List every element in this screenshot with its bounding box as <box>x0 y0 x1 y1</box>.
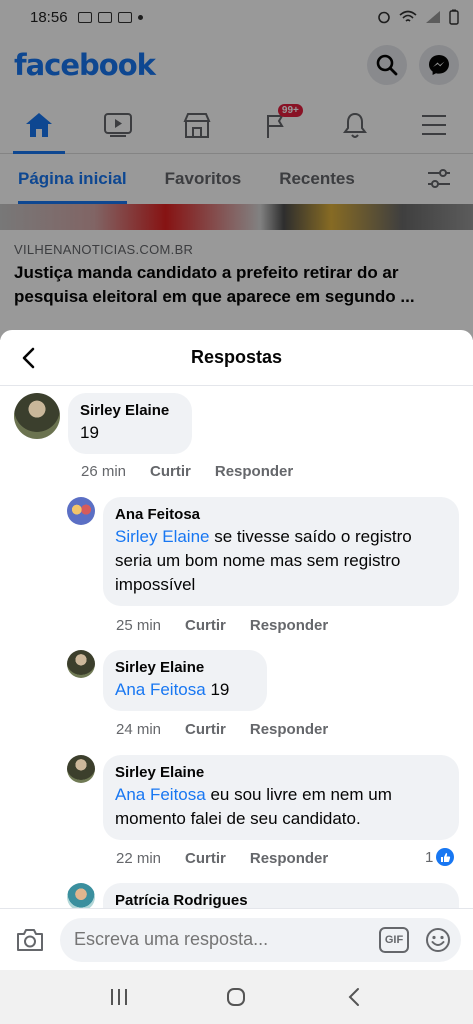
camera-button[interactable] <box>12 922 48 958</box>
replies-sheet: Respostas Sirley Elaine 19 26 min Curtir… <box>0 330 473 1024</box>
reply: Sirley Elaine Ana Feitosa 19 <box>67 650 267 711</box>
gif-button[interactable]: GIF <box>379 926 409 953</box>
comment: Sirley Elaine 19 <box>14 393 192 454</box>
reply: Ana Feitosa Sirley Elaine se tivesse saí… <box>67 497 459 606</box>
reply: Sirley Elaine Ana Feitosa eu sou livre e… <box>67 755 459 840</box>
comment-author[interactable]: Sirley Elaine <box>115 658 255 678</box>
like-button[interactable]: Curtir <box>150 463 191 480</box>
avatar[interactable] <box>67 650 95 678</box>
comment-actions: 26 min Curtir Responder <box>81 463 317 480</box>
comment-bubble[interactable]: Sirley Elaine Ana Feitosa eu sou livre e… <box>103 755 459 840</box>
reply-button[interactable]: Responder <box>250 617 328 634</box>
avatar[interactable] <box>14 393 60 439</box>
comment-author[interactable]: Ana Feitosa <box>115 505 447 525</box>
home-circle-icon <box>227 988 246 1006</box>
reply-button[interactable]: Responder <box>250 721 328 738</box>
home-system-button[interactable] <box>216 977 256 1017</box>
back-system-button[interactable] <box>334 977 374 1017</box>
mention-link[interactable]: Sirley Elaine <box>115 527 210 546</box>
reply-input[interactable] <box>74 929 371 950</box>
avatar[interactable] <box>67 883 95 911</box>
comment-text: Ana Feitosa eu sou livre em nem um momen… <box>115 783 447 831</box>
reply-input-wrapper: GIF <box>60 917 461 962</box>
comment-text: 19 <box>80 421 180 445</box>
sheet-title: Respostas <box>190 347 283 367</box>
mention-link[interactable]: Ana Feitosa <box>115 680 206 699</box>
comment-bubble[interactable]: Sirley Elaine 19 <box>68 393 192 454</box>
avatar[interactable] <box>67 497 95 525</box>
comment-time: 25 min <box>116 617 162 634</box>
emoji-icon <box>426 927 450 952</box>
comment-body: 19 <box>80 423 99 442</box>
avatar[interactable] <box>67 755 95 783</box>
like-button[interactable]: Curtir <box>185 721 226 738</box>
back-triangle-icon <box>348 988 360 1006</box>
comment-thread: Sirley Elaine 19 26 min Curtir Responder… <box>0 387 473 911</box>
emoji-button[interactable] <box>423 925 453 955</box>
comment-actions: 22 min Curtir Responder <box>116 850 352 867</box>
like-icon <box>436 848 455 866</box>
camera-icon <box>17 928 43 951</box>
comment-time: 22 min <box>116 850 162 867</box>
comment-actions: 25 min Curtir Responder <box>116 617 352 634</box>
back-button[interactable] <box>14 344 42 372</box>
like-button[interactable]: Curtir <box>185 617 226 634</box>
reply-button[interactable]: Responder <box>215 463 293 480</box>
reply-composer: GIF <box>0 908 473 970</box>
comment-bubble[interactable]: Ana Feitosa Sirley Elaine se tivesse saí… <box>103 497 459 606</box>
comment-bubble[interactable]: Patrícia Rodrigues <box>103 883 459 911</box>
modal-backdrop[interactable] <box>0 0 473 340</box>
comment-author[interactable]: Sirley Elaine <box>115 763 447 783</box>
like-button[interactable]: Curtir <box>185 850 226 867</box>
reaction-count[interactable]: 1 <box>425 848 455 866</box>
reply-button[interactable]: Responder <box>250 850 328 867</box>
recents-button[interactable] <box>99 977 139 1017</box>
back-icon <box>22 347 35 369</box>
comment-text: Ana Feitosa 19 <box>115 678 255 702</box>
recents-icon <box>110 989 127 1005</box>
reply: Patrícia Rodrigues <box>67 883 459 911</box>
comment-time: 26 min <box>81 463 127 480</box>
comment-author[interactable]: Sirley Elaine <box>80 401 180 421</box>
comment-body: 19 <box>205 680 230 699</box>
comment-time: 24 min <box>116 721 162 738</box>
mention-link[interactable]: Ana Feitosa <box>115 785 206 804</box>
system-nav-bar <box>0 970 473 1024</box>
comment-text: Sirley Elaine se tivesse saído o registr… <box>115 525 447 597</box>
comment-bubble[interactable]: Sirley Elaine Ana Feitosa 19 <box>103 650 267 711</box>
comment-actions: 24 min Curtir Responder <box>116 721 352 738</box>
sheet-header: Respostas <box>0 330 473 386</box>
reaction-number: 1 <box>425 848 434 866</box>
